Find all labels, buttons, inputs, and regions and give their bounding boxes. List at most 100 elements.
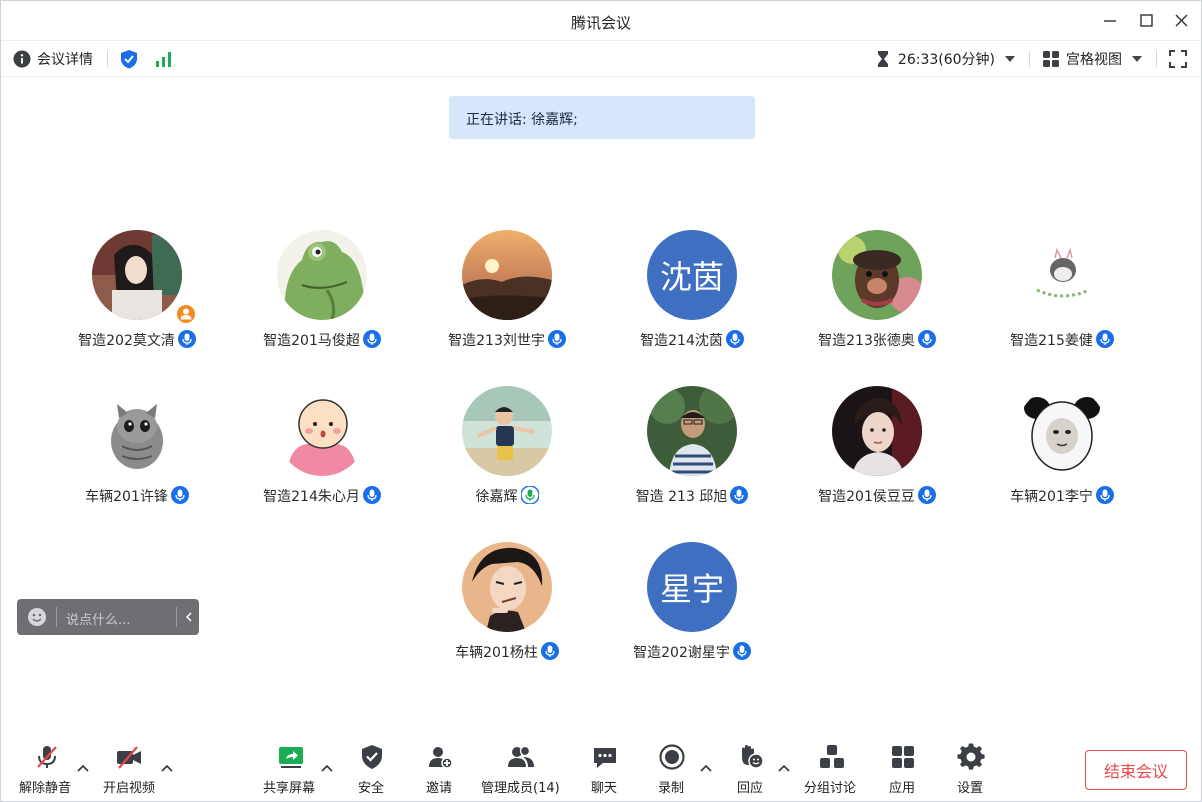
mic-icon [547,330,566,348]
chevron-up-icon[interactable] [320,763,334,773]
participant-tile[interactable]: 车辆201杨柱 [417,542,597,672]
participant-name: 智造 213 邱旭 [602,486,782,506]
participant-tile[interactable]: 智造201侯豆豆 [787,386,967,516]
participant-tile[interactable]: 车辆201许锋 [47,386,227,516]
divider [1156,51,1157,67]
participant-name-text: 智造213刘世宇 [448,333,545,349]
maximize-button[interactable] [1134,9,1158,33]
participant-name-text: 智造214朱心月 [263,489,360,505]
avatar [832,230,922,320]
meeting-timer[interactable]: 26:33(60分钟) [876,49,1015,69]
participant-tile[interactable]: 智造214朱心月 [232,386,412,516]
security-shield-icon[interactable] [120,49,138,69]
participant-name-text: 徐嘉辉 [475,489,518,505]
invite-button[interactable]: 邀请 [419,743,461,799]
chat-button[interactable]: 聊天 [589,743,621,799]
start-video-button[interactable]: 开启视频 [101,743,161,799]
participant-name-text: 车辆201许锋 [85,489,168,505]
chat-quick-input[interactable]: 说点什么... [17,599,199,635]
meeting-window: 腾讯会议 会议详情 26:33(60分钟) 宫格视图 正在讲话: 徐嘉辉; 智造… [0,0,1202,802]
maximize-icon [1140,14,1153,27]
participant-tile[interactable]: 智造 213 邱旭 [602,386,782,516]
emoji-icon[interactable] [27,607,47,627]
mic-icon [725,330,744,348]
participant-name-text: 车辆201杨柱 [455,645,538,661]
mic-icon [1095,486,1114,504]
participant-tile[interactable]: 智造202莫文清 [47,230,227,360]
gear-icon [957,743,985,770]
chevron-up-icon[interactable] [777,763,791,773]
participant-tile[interactable]: 沈茵 智造214沈茵 [602,230,782,360]
avatar [277,230,367,320]
invite-label: 邀请 [426,781,453,796]
participant-name-text: 智造214沈茵 [640,333,723,349]
share-screen-icon [279,747,303,768]
mic-icon [730,486,749,504]
close-button[interactable] [1169,9,1193,33]
window-title: 腾讯会议 [570,14,631,32]
view-mode-selector[interactable]: 宫格视图 [1042,49,1142,69]
raise-hand-emoji-icon [742,745,764,769]
fullscreen-icon[interactable] [1169,50,1187,68]
apps-button[interactable]: 应用 [887,743,919,799]
participant-name: 车辆201许锋 [47,486,227,506]
participant-tile[interactable]: 星宇智造202谢星宇 [602,542,782,672]
share-screen-label: 共享屏幕 [263,781,316,796]
chevron-up-icon[interactable] [160,763,174,773]
chevron-up-icon[interactable] [699,763,713,773]
participant-tile[interactable]: 智造201马俊超 [232,230,412,360]
members-icon [508,745,534,767]
mic-icon [170,486,189,504]
participant-name-text: 智造201侯豆豆 [818,489,915,505]
chevron-up-icon[interactable] [76,763,90,773]
mic-icon [362,330,381,348]
avatar [462,230,552,320]
reactions-label: 回应 [737,781,764,796]
participant-tile[interactable]: 智造213刘世宇 [417,230,597,360]
hourglass-icon [877,51,888,67]
record-label: 录制 [658,781,685,796]
record-button[interactable]: 录制 [656,743,688,799]
participant-tile[interactable]: 车辆201李宁 [972,386,1152,516]
security-button[interactable]: 安全 [351,743,393,799]
participant-name: 车辆201杨柱 [417,642,597,662]
apps-label: 应用 [889,781,916,796]
minimize-icon [1104,20,1116,22]
share-screen-button[interactable]: 共享屏幕 [261,743,321,799]
manage-members-button[interactable]: 管理成员(14) [479,743,569,799]
settings-button[interactable]: 设置 [955,743,987,799]
participant-tile[interactable]: 智造215姜健 [972,230,1152,360]
view-mode-label: 宫格视图 [1066,52,1122,68]
chat-input-placeholder[interactable]: 说点什么... [66,609,130,628]
participant-name: 智造201马俊超 [232,330,412,350]
reactions-button[interactable]: 回应 [735,743,767,799]
apps-icon [892,746,914,768]
divider [56,607,57,627]
chevron-left-icon[interactable] [181,607,197,627]
start-video-label: 开启视频 [103,781,156,796]
mic-icon [917,330,936,348]
avatar-initials: 星宇 [647,542,737,632]
participant-name: 智造201侯豆豆 [787,486,967,506]
avatar [647,386,737,476]
security-label: 安全 [358,781,385,796]
minimize-button[interactable] [1098,9,1122,33]
divider [1029,51,1030,67]
breakout-rooms-button[interactable]: 分组讨论 [803,743,861,799]
participant-name: 智造213张德奥 [787,330,967,350]
mic-icon [1095,330,1114,348]
participant-tile[interactable]: 智造213张德奥 [787,230,967,360]
divider [176,607,177,627]
meeting-details-button[interactable]: 会议详情 [13,49,93,69]
avatar [462,386,552,476]
participant-name: 智造202谢星宇 [602,642,782,662]
participant-name-text: 智造215姜健 [1010,333,1093,349]
mic-icon [362,486,381,504]
participant-tile[interactable]: 徐嘉辉 [417,386,597,516]
active-speaker-banner: 正在讲话: 徐嘉辉; [449,96,755,139]
avatar [1017,386,1107,476]
unmute-button[interactable]: 解除静音 [17,743,77,799]
end-meeting-button[interactable]: 结束会议 [1085,750,1187,790]
network-signal-icon[interactable] [154,50,174,68]
avatar [832,386,922,476]
